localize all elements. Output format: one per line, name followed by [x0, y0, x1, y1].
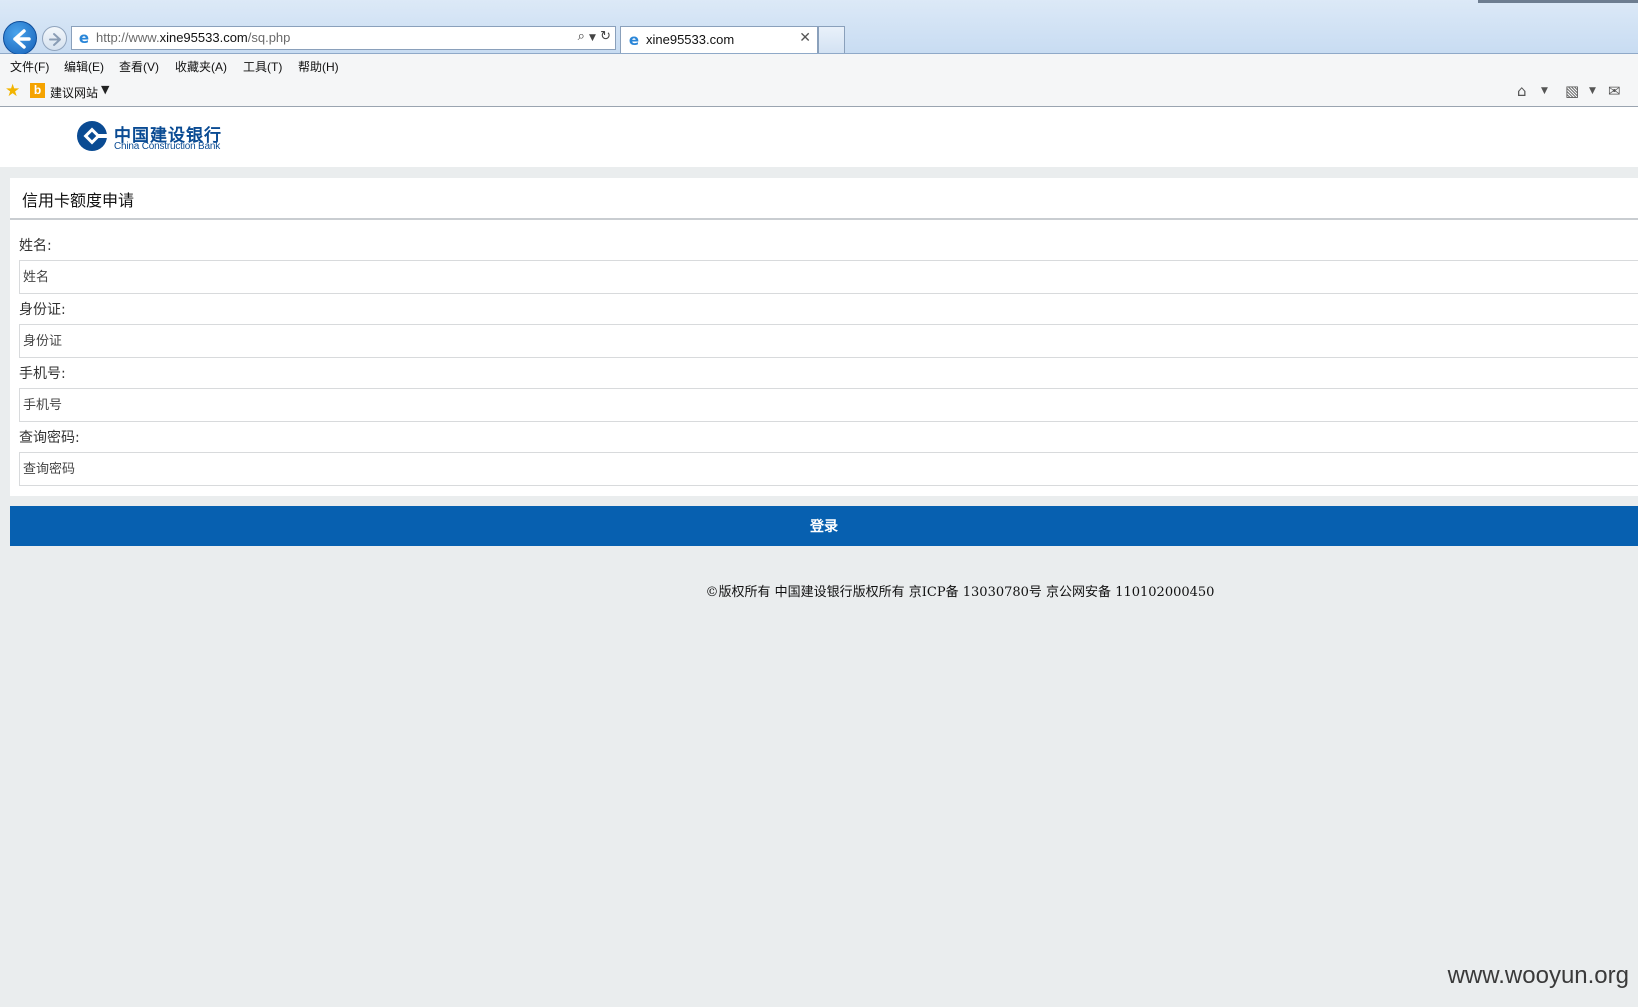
title-divider	[10, 218, 1638, 220]
search-icon[interactable]: ⌕	[578, 29, 585, 44]
id-card-input[interactable]	[19, 324, 1638, 358]
chevron-down-icon[interactable]: ▼	[101, 83, 109, 96]
address-bar[interactable]: e http://www.xine95533.com/sq.php ⌕ ▼ ↻	[71, 26, 616, 50]
home-icon[interactable]: ⌂	[1517, 82, 1527, 100]
browser-titlebar: e http://www.xine95533.com/sq.php ⌕ ▼ ↻ …	[0, 0, 1638, 55]
query-password-label: 查询密码:	[19, 430, 80, 446]
ie-tab-icon: e	[628, 31, 640, 49]
menu-tools[interactable]: 工具(T)	[243, 58, 282, 75]
menu-file[interactable]: 文件(F)	[10, 58, 49, 75]
address-tools: ⌕ ▼ ↻	[578, 29, 611, 44]
url-path: /sq.php	[247, 30, 291, 45]
arrow-right-icon	[49, 33, 61, 46]
id-card-label: 身份证:	[19, 302, 66, 318]
query-password-input[interactable]	[19, 452, 1638, 486]
rss-feed-icon[interactable]: ▧	[1565, 82, 1579, 100]
address-text[interactable]: http://www.xine95533.com/sq.php	[96, 30, 290, 45]
mail-icon[interactable]: ✉	[1608, 82, 1621, 100]
chevron-down-icon[interactable]: ▼	[1589, 86, 1596, 96]
login-button[interactable]: 登录	[10, 506, 1638, 546]
arrow-left-icon	[13, 29, 31, 49]
favorites-star-icon[interactable]: ★	[5, 81, 20, 101]
tab-title: xine95533.com	[646, 32, 735, 47]
new-tab-button[interactable]	[818, 26, 845, 53]
forward-button[interactable]	[42, 26, 67, 51]
phone-label: 手机号:	[19, 366, 66, 382]
watermark-text: www.wooyun.org	[1447, 962, 1629, 989]
back-button[interactable]	[3, 21, 37, 55]
menu-bar: 文件(F) 编辑(E) 查看(V) 收藏夹(A) 工具(T) 帮助(H)	[0, 54, 1638, 78]
ccb-logo-icon	[77, 121, 108, 151]
ie-page-icon: e	[78, 29, 90, 47]
suggested-sites-link[interactable]: 建议网站	[50, 84, 98, 101]
menu-view[interactable]: 查看(V)	[119, 58, 159, 75]
chevron-down-icon[interactable]: ▼	[589, 33, 596, 43]
name-input[interactable]	[19, 260, 1638, 294]
bing-icon: b	[30, 83, 45, 98]
name-label: 姓名:	[19, 238, 52, 254]
footer-copyright: ©版权所有 中国建设银行版权所有 京ICP备 13030780号 京公网安备 1…	[705, 585, 1215, 600]
application-form: 信用卡额度申请 姓名: 身份证: 手机号: 查询密码:	[10, 178, 1638, 496]
form-title: 信用卡额度申请	[22, 191, 135, 210]
favorites-bar: ★ b 建议网站 ▼ ⌂ ▼ ▧ ▼ ✉	[0, 78, 1638, 107]
menu-favorites[interactable]: 收藏夹(A)	[175, 58, 227, 75]
close-icon[interactable]: ✕	[799, 30, 811, 46]
chevron-down-icon[interactable]: ▼	[1541, 86, 1548, 96]
page-header: 中国建设银行 China Construction Bank	[0, 107, 1638, 167]
url-prefix: http://www.	[96, 30, 160, 45]
window-edge	[1478, 0, 1638, 3]
url-host: xine95533.com	[159, 30, 248, 45]
logo-name-en: China Construction Bank	[114, 141, 221, 152]
menu-edit[interactable]: 编辑(E)	[64, 58, 104, 75]
tab-active[interactable]: e xine95533.com ✕	[620, 26, 818, 53]
menu-help[interactable]: 帮助(H)	[298, 58, 339, 75]
refresh-icon[interactable]: ↻	[600, 29, 611, 44]
phone-input[interactable]	[19, 388, 1638, 422]
